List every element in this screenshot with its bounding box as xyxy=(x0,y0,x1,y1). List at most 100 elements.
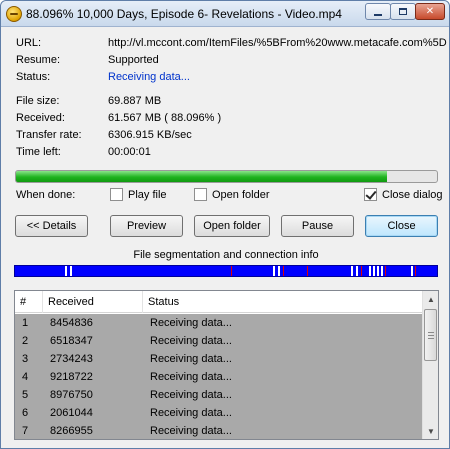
progress-fill xyxy=(16,171,387,182)
row-status: Receiving data... xyxy=(150,317,232,329)
segmentation-bar xyxy=(14,265,438,277)
url-label: URL: xyxy=(16,37,42,49)
segment-marker xyxy=(351,266,353,276)
thumb-grip xyxy=(428,332,434,333)
scroll-up-icon: ▲ xyxy=(427,294,435,304)
received-value: 61.567 MB ( 88.096% ) xyxy=(108,112,222,124)
row-received: 2061044 xyxy=(50,407,93,419)
row-received: 6518347 xyxy=(50,335,93,347)
close-window-button[interactable]: ✕ xyxy=(415,3,445,20)
row-received: 8266955 xyxy=(50,425,93,437)
play-file-label: Play file xyxy=(128,188,167,201)
segment-marker xyxy=(283,266,284,276)
segment-marker xyxy=(70,266,72,276)
row-number: 5 xyxy=(22,389,29,401)
minimize-button[interactable] xyxy=(365,3,391,20)
open-folder-checkbox[interactable]: Open folder xyxy=(194,188,269,201)
play-file-checkbox-box[interactable] xyxy=(110,188,123,201)
open-folder-button[interactable]: Open folder xyxy=(194,215,270,237)
close-button[interactable]: Close xyxy=(365,215,438,237)
maximize-button[interactable] xyxy=(390,3,416,20)
title-bar[interactable]: 88.096% 10,000 Days, Episode 6- Revelati… xyxy=(1,1,449,27)
thumb-grip xyxy=(428,338,434,339)
row-number: 6 xyxy=(22,407,29,419)
column-header-number[interactable]: # xyxy=(15,291,43,313)
segment-marker xyxy=(65,266,67,276)
open-folder-label: Open folder xyxy=(212,188,270,201)
row-number: 1 xyxy=(22,317,29,329)
segment-marker xyxy=(373,266,375,276)
resume-value: Supported xyxy=(108,54,159,66)
thumb-grip xyxy=(428,335,434,336)
close-icon: ✕ xyxy=(425,6,435,17)
url-value: http://vl.mccont.com/ItemFiles/%5BFrom%2… xyxy=(108,37,447,49)
close-dialog-label: Close dialog xyxy=(382,188,443,201)
table-row[interactable]: 2 6518347 Receiving data... xyxy=(15,332,422,350)
play-file-checkbox[interactable]: Play file xyxy=(110,188,167,201)
segment-marker xyxy=(369,266,371,276)
table-row[interactable]: 6 2061044 Receiving data... xyxy=(15,404,422,422)
transfer-rate-label: Transfer rate: xyxy=(16,129,82,141)
status-label: Status: xyxy=(16,71,51,83)
table-row[interactable]: 7 8266955 Receiving data... xyxy=(15,422,422,439)
resume-label: Resume: xyxy=(16,54,61,66)
scroll-down-button[interactable]: ▼ xyxy=(423,423,438,439)
scroll-down-icon: ▼ xyxy=(427,426,435,436)
segment-marker xyxy=(231,266,232,276)
pause-button[interactable]: Pause xyxy=(281,215,354,237)
status-value: Receiving data... xyxy=(108,71,190,83)
connections-list[interactable]: # Received Status 1 8454836 Receiving da… xyxy=(14,290,439,440)
row-number: 3 xyxy=(22,353,29,365)
segment-marker xyxy=(377,266,379,276)
window-title: 88.096% 10,000 Days, Episode 6- Revelati… xyxy=(26,7,342,21)
row-status: Receiving data... xyxy=(150,407,232,419)
column-header-received[interactable]: Received xyxy=(43,291,143,313)
filesize-value: 69.887 MB xyxy=(108,95,162,107)
table-row[interactable]: 3 2734243 Receiving data... xyxy=(15,350,422,368)
filesize-label: File size: xyxy=(16,95,60,107)
row-status: Receiving data... xyxy=(150,371,232,383)
row-received: 8976750 xyxy=(50,389,93,401)
segment-marker xyxy=(278,266,280,276)
segment-marker xyxy=(415,266,416,276)
table-row[interactable]: 1 8454836 Receiving data... xyxy=(15,314,422,332)
open-folder-checkbox-box[interactable] xyxy=(194,188,207,201)
segment-marker xyxy=(411,266,413,276)
received-label: Received: xyxy=(16,112,65,124)
row-status: Receiving data... xyxy=(150,389,232,401)
segment-marker xyxy=(307,266,308,276)
download-progress-window: 88.096% 10,000 Days, Episode 6- Revelati… xyxy=(0,0,450,449)
preview-button[interactable]: Preview xyxy=(110,215,183,237)
row-received: 2734243 xyxy=(50,353,93,365)
segment-marker xyxy=(385,266,386,276)
time-left-label: Time left: xyxy=(16,146,61,158)
connections-scrollbar[interactable]: ▲ ▼ xyxy=(422,291,438,439)
segment-marker xyxy=(356,266,358,276)
details-button[interactable]: << Details xyxy=(15,215,88,237)
table-row[interactable]: 4 9218722 Receiving data... xyxy=(15,368,422,386)
close-dialog-checkbox[interactable]: Close dialog xyxy=(364,188,443,201)
transfer-rate-value: 6306.915 KB/sec xyxy=(108,129,192,141)
row-received: 9218722 xyxy=(50,371,93,383)
when-done-label: When done: xyxy=(16,189,76,201)
row-received: 8454836 xyxy=(50,317,93,329)
row-status: Receiving data... xyxy=(150,425,232,437)
row-status: Receiving data... xyxy=(150,353,232,365)
close-dialog-checkbox-box[interactable] xyxy=(364,188,377,201)
row-number: 7 xyxy=(22,425,29,437)
segmentation-title: File segmentation and connection info xyxy=(133,249,319,261)
segment-marker xyxy=(361,266,362,276)
download-app-icon xyxy=(6,6,22,22)
row-number: 2 xyxy=(22,335,29,347)
download-progress-bar xyxy=(15,170,438,183)
time-left-value: 00:00:01 xyxy=(108,146,151,158)
row-status: Receiving data... xyxy=(150,335,232,347)
segment-marker xyxy=(273,266,275,276)
scroll-up-button[interactable]: ▲ xyxy=(423,291,438,307)
table-row[interactable]: 5 8976750 Receiving data... xyxy=(15,386,422,404)
connections-rows: 1 8454836 Receiving data... 2 6518347 Re… xyxy=(15,314,422,439)
column-header-status[interactable]: Status xyxy=(143,291,422,313)
scroll-thumb[interactable] xyxy=(424,309,437,361)
row-number: 4 xyxy=(22,371,29,383)
minimize-icon xyxy=(374,13,382,16)
